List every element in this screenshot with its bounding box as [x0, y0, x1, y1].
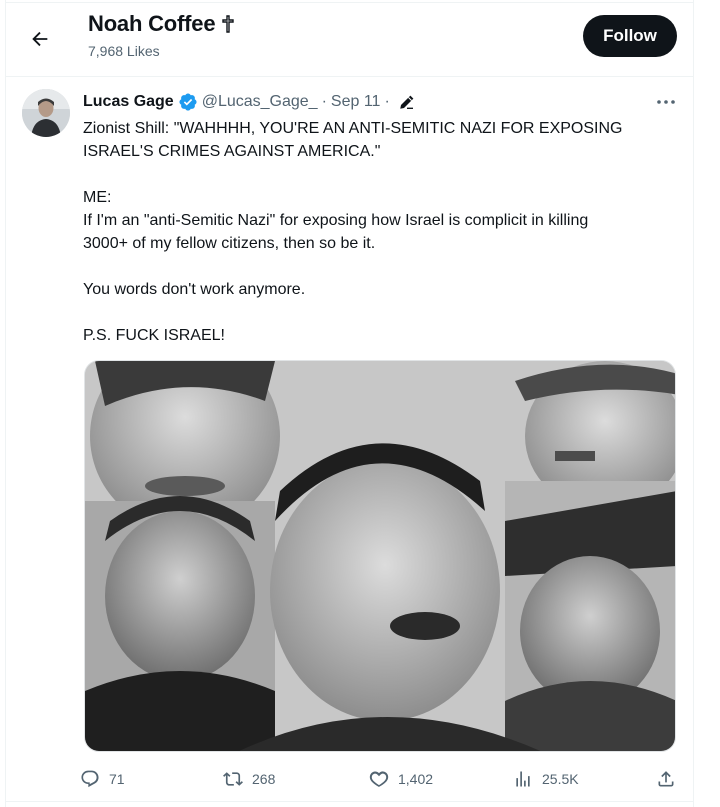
follow-button[interactable]: Follow [583, 15, 677, 57]
views-count: 25.5K [542, 771, 579, 787]
edited-pencil-icon[interactable] [398, 93, 416, 111]
header-divider [6, 76, 693, 77]
author-handle[interactable]: @Lucas_Gage_ [202, 93, 318, 111]
tweet-text-line: Zionist Shill: "WAHHHH, YOU'RE AN ANTI-S… [83, 120, 623, 137]
tweet-action-bar: 71 268 1,402 25.5K [80, 764, 680, 794]
separator-dot: · [384, 93, 390, 110]
retweet-icon [223, 772, 243, 786]
collage-photo-3 [85, 496, 275, 751]
right-border [693, 0, 694, 807]
share-upload-icon [658, 771, 674, 787]
tweet-media-image[interactable] [84, 360, 676, 752]
arrow-left-icon [32, 31, 48, 47]
bottom-divider [6, 801, 693, 802]
profile-title: Noah Coffee [88, 11, 235, 37]
tweet-page: Noah Coffee 7,968 Likes Follow Lucas Gag… [0, 0, 720, 807]
like-count: 1,402 [398, 771, 434, 787]
views-bar-chart-icon [516, 771, 530, 787]
collage-photo-4 [505, 481, 675, 751]
retweet-count: 268 [252, 771, 276, 787]
cross-emoji-icon [222, 15, 235, 33]
reply-button[interactable]: 71 [80, 764, 125, 794]
tweet-text: Zionist Shill: "WAHHHH, YOU'RE AN ANTI-S… [83, 117, 683, 347]
more-dots-icon [657, 100, 675, 104]
tweet-text-line: ME: [83, 189, 112, 206]
likes-count: 7,968 Likes [88, 43, 160, 59]
reply-bubble-icon [81, 770, 99, 788]
verified-badge-icon[interactable] [178, 92, 198, 112]
tweet-date[interactable]: Sep 11 [331, 93, 381, 111]
tweet-author-row: Lucas Gage @Lucas_Gage_ · Sep 11 · [83, 92, 416, 112]
back-button[interactable] [22, 21, 58, 57]
tweet-text-line: If I'm an "anti-Semitic Nazi" for exposi… [83, 212, 589, 229]
avatar[interactable] [22, 89, 70, 137]
views-button[interactable]: 25.5K [513, 764, 579, 794]
left-border [5, 0, 6, 807]
author-name[interactable]: Lucas Gage [83, 93, 174, 111]
tweet-text-line: ISRAEL'S CRIMES AGAINST AMERICA." [83, 143, 381, 160]
more-options-button[interactable] [652, 92, 680, 112]
heart-icon [369, 771, 389, 787]
photo-collage [85, 361, 675, 751]
share-button[interactable] [656, 764, 676, 794]
tweet-text-line: You words don't work anymore. [83, 281, 306, 298]
avatar-image [22, 89, 70, 137]
retweet-button[interactable]: 268 [223, 764, 275, 794]
like-button[interactable]: 1,402 [369, 764, 433, 794]
reply-count: 71 [109, 771, 125, 787]
profile-name: Noah Coffee [88, 11, 216, 36]
separator-dot: · [321, 93, 327, 110]
tweet-text-line: 3000+ of my fellow citizens, then so be … [83, 235, 376, 252]
tweet-text-line: P.S. FUCK ISRAEL! [83, 327, 225, 344]
profile-header: Noah Coffee 7,968 Likes Follow [6, 3, 693, 75]
